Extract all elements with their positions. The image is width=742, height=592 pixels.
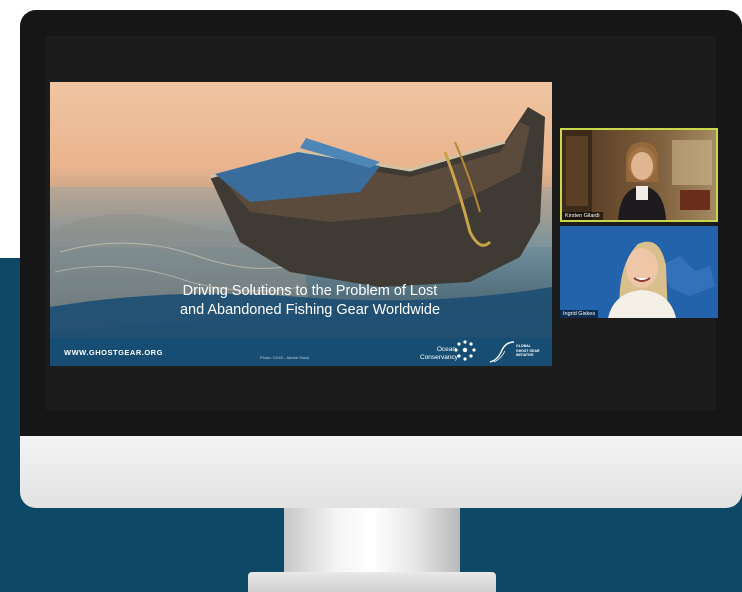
ocean-conservancy-line-1: Ocean bbox=[436, 346, 456, 353]
slide-footer: WWW.GHOSTGEAR.ORG Photo: GGGI - Adobe St… bbox=[50, 338, 552, 366]
participant-tile-kirsten[interactable]: Kirsten Gilardi bbox=[560, 128, 718, 222]
shared-slide: Driving Solutions to the Problem of Lost… bbox=[50, 82, 552, 366]
slide-title-line-1: Driving Solutions to the Problem of Lost bbox=[182, 283, 438, 299]
monitor-stand bbox=[284, 504, 460, 582]
participant-video-kirsten bbox=[562, 130, 712, 220]
participant-tile-ingrid[interactable]: Ingrid Giskes bbox=[560, 226, 718, 318]
ghost-gear-initiative-logo-icon bbox=[489, 341, 515, 363]
photo-credit: Photo: GGGI - Adobe Stock bbox=[260, 355, 310, 360]
monitor-chin bbox=[20, 436, 742, 508]
participant-video-ingrid bbox=[560, 226, 718, 318]
participant-name-ingrid: Ingrid Giskes bbox=[560, 310, 599, 318]
ocean-conservancy-logo-icon bbox=[454, 340, 476, 361]
slide-title: Driving Solutions to the Problem of Lost… bbox=[110, 282, 510, 320]
boat-photo bbox=[50, 107, 552, 342]
ggi-line-3: INITIATIVE bbox=[516, 353, 534, 357]
slide-url: WWW.GHOSTGEAR.ORG bbox=[64, 348, 163, 357]
participant-name-kirsten: Kirsten Gilardi bbox=[562, 212, 603, 220]
slide-title-line-2: and Abandoned Fishing Gear Worldwide bbox=[179, 302, 441, 318]
monitor-stand-base bbox=[248, 572, 496, 592]
ggi-wordmark: GLOBAL GHOST GEAR INITIATIVE bbox=[516, 344, 540, 358]
ocean-conservancy-line-2: Conservancy bbox=[420, 354, 458, 361]
ocean-conservancy-wordmark: Ocean Conservancy bbox=[420, 346, 458, 362]
